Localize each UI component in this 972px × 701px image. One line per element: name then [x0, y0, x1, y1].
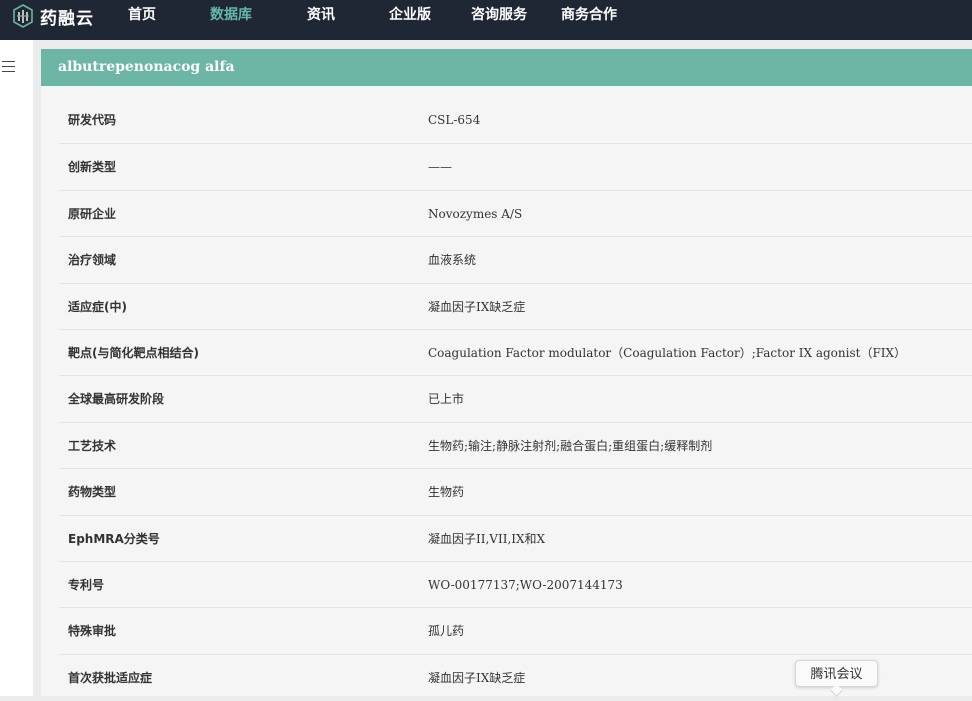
field-label: 治疗领域	[68, 253, 117, 268]
hamburger-menu-icon[interactable]	[2, 61, 16, 73]
field-value: WO-00177137;WO-2007144173	[428, 577, 623, 592]
drug-detail-panel: 研发代码 CSL-654 创新类型 —— 原研企业 Novozymes A/S …	[41, 86, 972, 696]
nav-item-database[interactable]: 数据库	[210, 6, 252, 24]
field-value: 生物药	[428, 485, 465, 500]
table-row: 专利号 WO-00177137;WO-2007144173	[59, 560, 972, 607]
top-navigation-bar: 药融云 首页 数据库 资讯 企业版 咨询服务 商务合作	[0, 0, 972, 40]
field-value: 凝血因子II,VII,IX和X	[428, 531, 546, 546]
table-row: 创新类型 ——	[59, 143, 972, 189]
brand-logo[interactable]: 药融云	[12, 4, 94, 29]
field-label: 适应症(中)	[68, 299, 127, 314]
table-row: 工艺技术 生物药;输注;静脉注射剂;融合蛋白;重组蛋白;缓释制剂	[59, 421, 972, 468]
field-label: 首次获批适应症	[68, 670, 153, 685]
nav-item-enterprise[interactable]: 企业版	[389, 6, 431, 24]
table-row: EphMRA分类号 凝血因子II,VII,IX和X	[59, 514, 972, 561]
field-label: EphMRA分类号	[68, 531, 160, 546]
field-value: 凝血因子IX缺乏症	[428, 670, 526, 685]
table-row: 原研企业 Novozymes A/S	[59, 189, 972, 236]
field-label: 创新类型	[68, 160, 117, 175]
field-value: 生物药;输注;静脉注射剂;融合蛋白;重组蛋白;缓释制剂	[428, 438, 713, 453]
field-label: 全球最高研发阶段	[68, 392, 165, 407]
left-sidebar	[0, 40, 33, 696]
table-row: 研发代码 CSL-654	[59, 97, 972, 143]
nav-item-news[interactable]: 资讯	[307, 6, 335, 24]
meeting-tooltip[interactable]: 腾讯会议	[795, 660, 878, 687]
main-content: albutrepenonacog alfa 研发代码 CSL-654 创新类型 …	[33, 40, 972, 696]
table-row: 药物类型 生物药	[59, 468, 972, 514]
field-value: ——	[428, 160, 452, 175]
field-value: 孤儿药	[428, 624, 465, 639]
field-label: 研发代码	[68, 113, 117, 127]
nav-item-business[interactable]: 商务合作	[561, 6, 617, 24]
field-label: 原研企业	[68, 206, 117, 221]
nav-item-consulting[interactable]: 咨询服务	[471, 6, 527, 24]
field-value: 已上市	[428, 392, 465, 407]
field-label: 药物类型	[68, 485, 117, 500]
table-row: 特殊审批 孤儿药	[59, 607, 972, 653]
nav-item-home[interactable]: 首页	[128, 6, 156, 24]
cube-logo-icon	[12, 4, 34, 28]
table-row: 治疗领域 血液系统	[59, 236, 972, 282]
field-label: 特殊审批	[68, 624, 117, 639]
field-value: Coagulation Factor modulator（Coagulation…	[428, 345, 907, 360]
field-value: 凝血因子IX缺乏症	[428, 299, 526, 314]
table-row: 靶点(与简化靶点相结合) Coagulation Factor modulato…	[59, 328, 972, 375]
drug-info-table: 研发代码 CSL-654 创新类型 —— 原研企业 Novozymes A/S …	[59, 97, 972, 700]
field-label: 专利号	[68, 577, 105, 592]
field-label: 靶点(与简化靶点相结合)	[68, 345, 199, 360]
field-value: 血液系统	[428, 253, 477, 268]
field-value: CSL-654	[428, 113, 481, 127]
table-row: 适应症(中) 凝血因子IX缺乏症	[59, 282, 972, 329]
field-label: 工艺技术	[68, 438, 117, 453]
brand-name: 药融云	[40, 8, 94, 29]
drug-title: albutrepenonacog alfa	[41, 49, 972, 86]
table-row: 全球最高研发阶段 已上市	[59, 375, 972, 421]
field-value: Novozymes A/S	[428, 206, 523, 221]
